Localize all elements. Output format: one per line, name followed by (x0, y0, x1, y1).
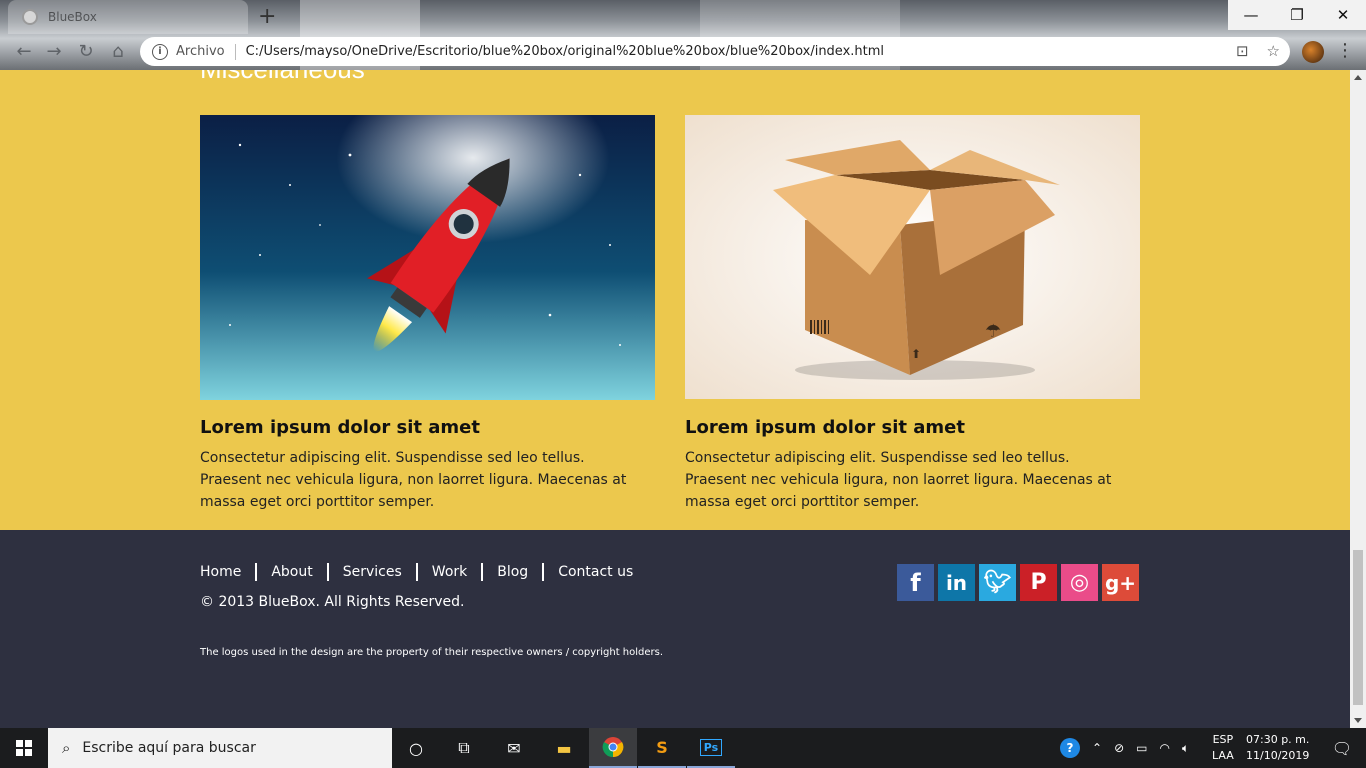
close-button[interactable]: ✕ (1320, 0, 1366, 30)
clock-date: 11/10/2019 (1246, 749, 1310, 762)
page-scrollbar[interactable] (1350, 70, 1366, 728)
footer-link-services[interactable]: Services (326, 563, 416, 581)
system-tray: ? ⌃ ⊘ ▭ ◠ 🔈︎ (1060, 728, 1189, 768)
rocket-image (200, 115, 655, 400)
taskbar-search[interactable]: ⌕ Escribe aquí para buscar (48, 728, 392, 768)
home-icon[interactable]: ⌂ (106, 40, 130, 64)
url-text[interactable]: C:/Users/mayso/OneDrive/Escritorio/blue%… (246, 44, 884, 59)
photoshop-icon[interactable]: Ps (687, 728, 735, 768)
svg-text:⬆: ⬆ (911, 347, 921, 361)
address-prefix: Archivo (176, 44, 225, 59)
footer-link-work[interactable]: Work (415, 563, 481, 581)
cardboard-box-image: ☂ ⬆ (685, 115, 1140, 400)
tab-favicon-icon (22, 9, 38, 25)
svg-text:☂: ☂ (985, 321, 1001, 342)
footer-link-contact[interactable]: Contact us (542, 563, 647, 581)
network-off-icon[interactable]: ⊘ (1114, 741, 1124, 755)
volume-icon[interactable]: 🔈︎ (1182, 741, 1189, 756)
reload-icon[interactable]: ↻ (74, 40, 98, 64)
dribbble-icon[interactable]: ◎ (1061, 564, 1098, 601)
language-indicator[interactable]: ESP LAA (1212, 732, 1234, 764)
windows-logo-icon (16, 740, 32, 756)
miscellaneous-section: Miscellaneous (0, 70, 1350, 530)
footer-link-blog[interactable]: Blog (481, 563, 542, 581)
card-text: Consectetur adipiscing elit. Suspendisse… (200, 450, 627, 510)
scroll-up-icon[interactable] (1354, 75, 1362, 80)
card-heading: Lorem ipsum dolor sit amet (200, 417, 480, 438)
google-plus-icon[interactable]: g+ (1102, 564, 1139, 601)
linkedin-icon[interactable]: in (938, 564, 975, 601)
pinterest-icon[interactable]: P (1020, 564, 1057, 601)
task-view-icon[interactable]: ⧉ (440, 728, 488, 768)
section-title: Miscellaneous (200, 70, 365, 85)
search-placeholder: Escribe aquí para buscar (82, 740, 256, 756)
chrome-logo-icon (602, 737, 624, 758)
chevron-up-icon[interactable]: ⌃ (1092, 741, 1102, 755)
keyboard-layout: LAA (1212, 749, 1234, 762)
browser-chrome: BlueBox + — ❐ ✕ ← → ↻ ⌂ i Archivo C:/Use… (0, 0, 1366, 70)
back-icon[interactable]: ← (12, 40, 36, 64)
forward-icon[interactable]: → (42, 40, 66, 64)
card-heading: Lorem ipsum dolor sit amet (685, 417, 965, 438)
notifications-icon[interactable]: 🗨︎ (1318, 728, 1366, 768)
search-icon: ⌕ (62, 739, 71, 757)
clock-time: 07:30 p. m. (1246, 733, 1310, 746)
facebook-icon[interactable]: f (897, 564, 934, 601)
footer-link-home[interactable]: Home (200, 563, 255, 581)
footer-nav: Home About Services Work Blog Contact us (200, 563, 647, 581)
clock[interactable]: 07:30 p. m. 11/10/2019 (1246, 732, 1309, 764)
info-icon[interactable]: i (152, 43, 168, 60)
disclaimer: The logos used in the design are the pro… (200, 647, 664, 658)
copyright: © 2013 BlueBox. All Rights Reserved. (200, 594, 465, 610)
address-bar[interactable]: i Archivo C:/Users/mayso/OneDrive/Escrit… (140, 37, 1290, 66)
profile-avatar[interactable] (1302, 41, 1324, 63)
taskbar: ⌕ Escribe aquí para buscar ○ ⧉ ✉ ▬ S Ps … (0, 728, 1366, 768)
cortana-icon[interactable]: ○ (392, 728, 440, 768)
language-code: ESP (1212, 733, 1234, 746)
restore-button[interactable]: ❐ (1274, 0, 1320, 30)
translate-icon[interactable]: ⊡ (1236, 42, 1249, 60)
chrome-icon[interactable] (589, 728, 637, 768)
wifi-icon[interactable]: ◠ (1159, 741, 1169, 755)
minimize-button[interactable]: — (1228, 0, 1274, 30)
file-explorer-icon[interactable]: ▬ (540, 728, 588, 768)
sublime-text-icon[interactable]: S (638, 728, 686, 768)
help-icon[interactable]: ? (1060, 738, 1080, 758)
footer: Home About Services Work Blog Contact us… (0, 530, 1350, 728)
battery-icon[interactable]: ▭ (1136, 741, 1147, 755)
twitter-icon[interactable]: 🐦︎ (979, 564, 1016, 601)
mail-icon[interactable]: ✉ (490, 728, 538, 768)
bookmark-star-icon[interactable]: ☆ (1267, 42, 1280, 60)
new-tab-button[interactable]: + (258, 4, 276, 29)
address-separator (234, 43, 236, 60)
menu-dots-icon[interactable]: ⋮ (1336, 40, 1354, 61)
tab-title: BlueBox (48, 10, 97, 24)
card-text: Consectetur adipiscing elit. Suspendisse… (685, 450, 1112, 510)
page-content: Miscellaneous (0, 70, 1350, 728)
social-icons: f in 🐦︎ P ◎ g+ (897, 564, 1139, 601)
footer-link-about[interactable]: About (255, 563, 326, 581)
scrollbar-thumb[interactable] (1353, 550, 1363, 705)
card-box: ☂ ⬆ Lorem ipsum dolor sit amet Consectet… (685, 115, 1140, 513)
browser-tab[interactable]: BlueBox (8, 0, 248, 34)
scroll-down-icon[interactable] (1354, 718, 1362, 723)
windows-start-button[interactable] (0, 728, 48, 768)
card-rocket: Lorem ipsum dolor sit amet Consectetur a… (200, 115, 655, 513)
